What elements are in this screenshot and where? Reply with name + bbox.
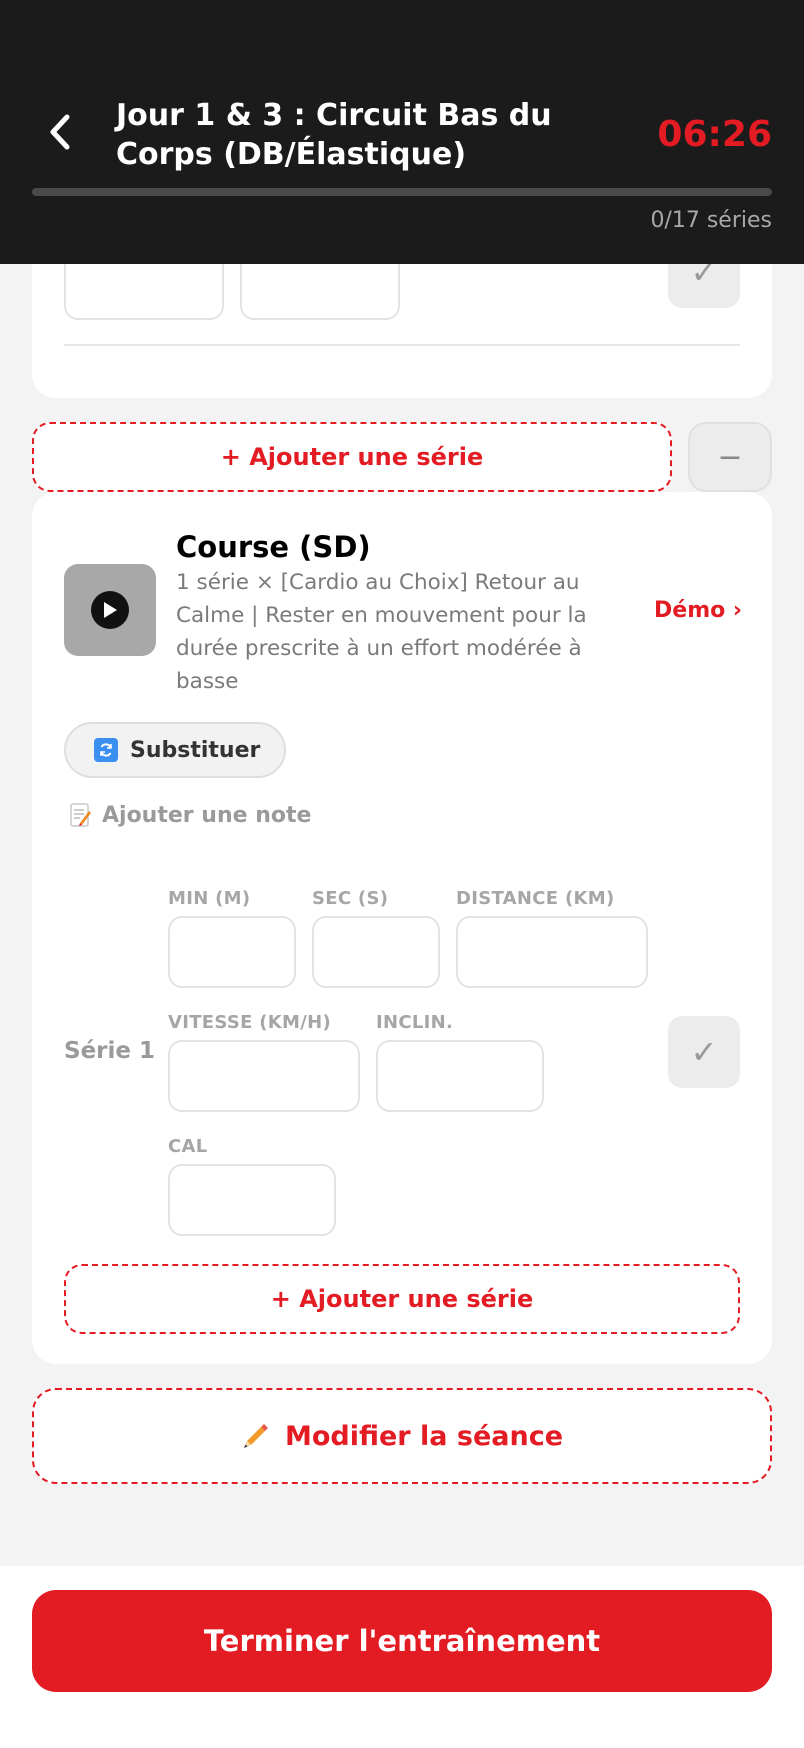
modify-session-label: Modifier la séance [284,1420,564,1452]
set-label: Série 1 [64,1038,156,1064]
progress-text: 0/17 séries [650,208,772,233]
exercise-name: Course (SD) [176,530,371,564]
check-icon: ✓ [690,1033,718,1071]
add-series-label: + Ajouter une série [220,443,484,471]
back-button[interactable] [38,108,82,156]
workout-header: Jour 1 & 3 : Circuit Bas du Corps (DB/Él… [0,0,804,264]
add-series-label: + Ajouter une série [270,1285,534,1313]
add-series-button[interactable]: + Ajouter une série [32,422,672,492]
exercise-card: Course (SD) 1 série × [Cardio au Choix] … [32,492,772,1364]
divider [64,344,740,346]
distance-input[interactable] [456,916,648,988]
add-series-button[interactable]: + Ajouter une série [64,1264,740,1334]
demo-link[interactable]: Démo › [654,598,742,623]
distance-field-label: DISTANCE (KM) [456,888,615,909]
substitute-button[interactable]: Substituer [64,722,287,778]
play-icon [91,591,129,629]
memo-icon [70,803,91,827]
workout-timer: 06:26 [657,114,772,155]
modify-session-button[interactable]: Modifier la séance [32,1388,772,1484]
incline-field-label: INCLIN. [376,1012,454,1033]
cal-field-label: CAL [168,1136,208,1157]
speed-input[interactable] [168,1040,360,1112]
remove-series-button[interactable]: − [688,422,772,492]
finish-workout-button[interactable]: Terminer l'entraînement [32,1590,772,1692]
workout-title: Jour 1 & 3 : Circuit Bas du Corps (DB/Él… [116,98,552,172]
cal-input[interactable] [168,1164,336,1236]
add-note-link[interactable]: Ajouter une note [70,802,311,828]
refresh-icon [94,738,118,762]
exercise-description: 1 série × [Cardio au Choix] Retour au Ca… [176,570,587,694]
footer-bar: Terminer l'entraînement [0,1566,804,1748]
substitute-label: Substituer [130,737,261,763]
sec-input[interactable] [312,916,440,988]
add-note-label: Ajouter une note [102,802,312,828]
minus-icon: − [717,439,743,475]
sec-field-label: SEC (S) [312,888,389,909]
back-chevron-icon [50,114,70,150]
incline-input[interactable] [376,1040,544,1112]
speed-field-label: VITESSE (KM/H) [168,1012,332,1033]
set-check-button[interactable]: ✓ [668,1016,740,1088]
progress-bar [32,188,772,196]
pencil-icon [243,1424,268,1448]
finish-workout-label: Terminer l'entraînement [203,1624,601,1658]
exercise-video-thumbnail[interactable] [64,564,156,656]
min-field-label: MIN (M) [168,888,251,909]
min-input[interactable] [168,916,296,988]
